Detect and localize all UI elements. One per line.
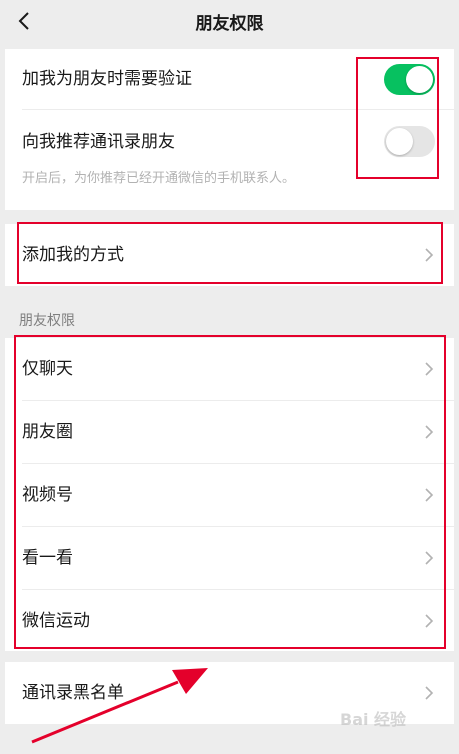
red-arrow-annotation xyxy=(31,668,208,744)
add-verify-label: 加我为朋友时需要验证 xyxy=(22,69,192,89)
highlight-box-toggles xyxy=(356,57,439,179)
navigation-bar: 朋友权限 xyxy=(0,0,459,44)
friend-permissions-header: 朋友权限 xyxy=(19,313,75,329)
highlight-box-permissions xyxy=(14,335,446,649)
highlight-box-add-methods xyxy=(17,222,443,284)
recommend-label: 向我推荐通讯录朋友 xyxy=(22,132,175,152)
page-title: 朋友权限 xyxy=(195,14,264,34)
recommend-hint: 开启后，为你推荐已经开通微信的手机联系人。 xyxy=(22,171,296,186)
chevron-right-icon xyxy=(425,686,434,700)
watermark-logo: Bai 经验 xyxy=(340,710,407,729)
screen: { "nav": { "title": "朋友权限", "back_icon":… xyxy=(0,0,459,754)
